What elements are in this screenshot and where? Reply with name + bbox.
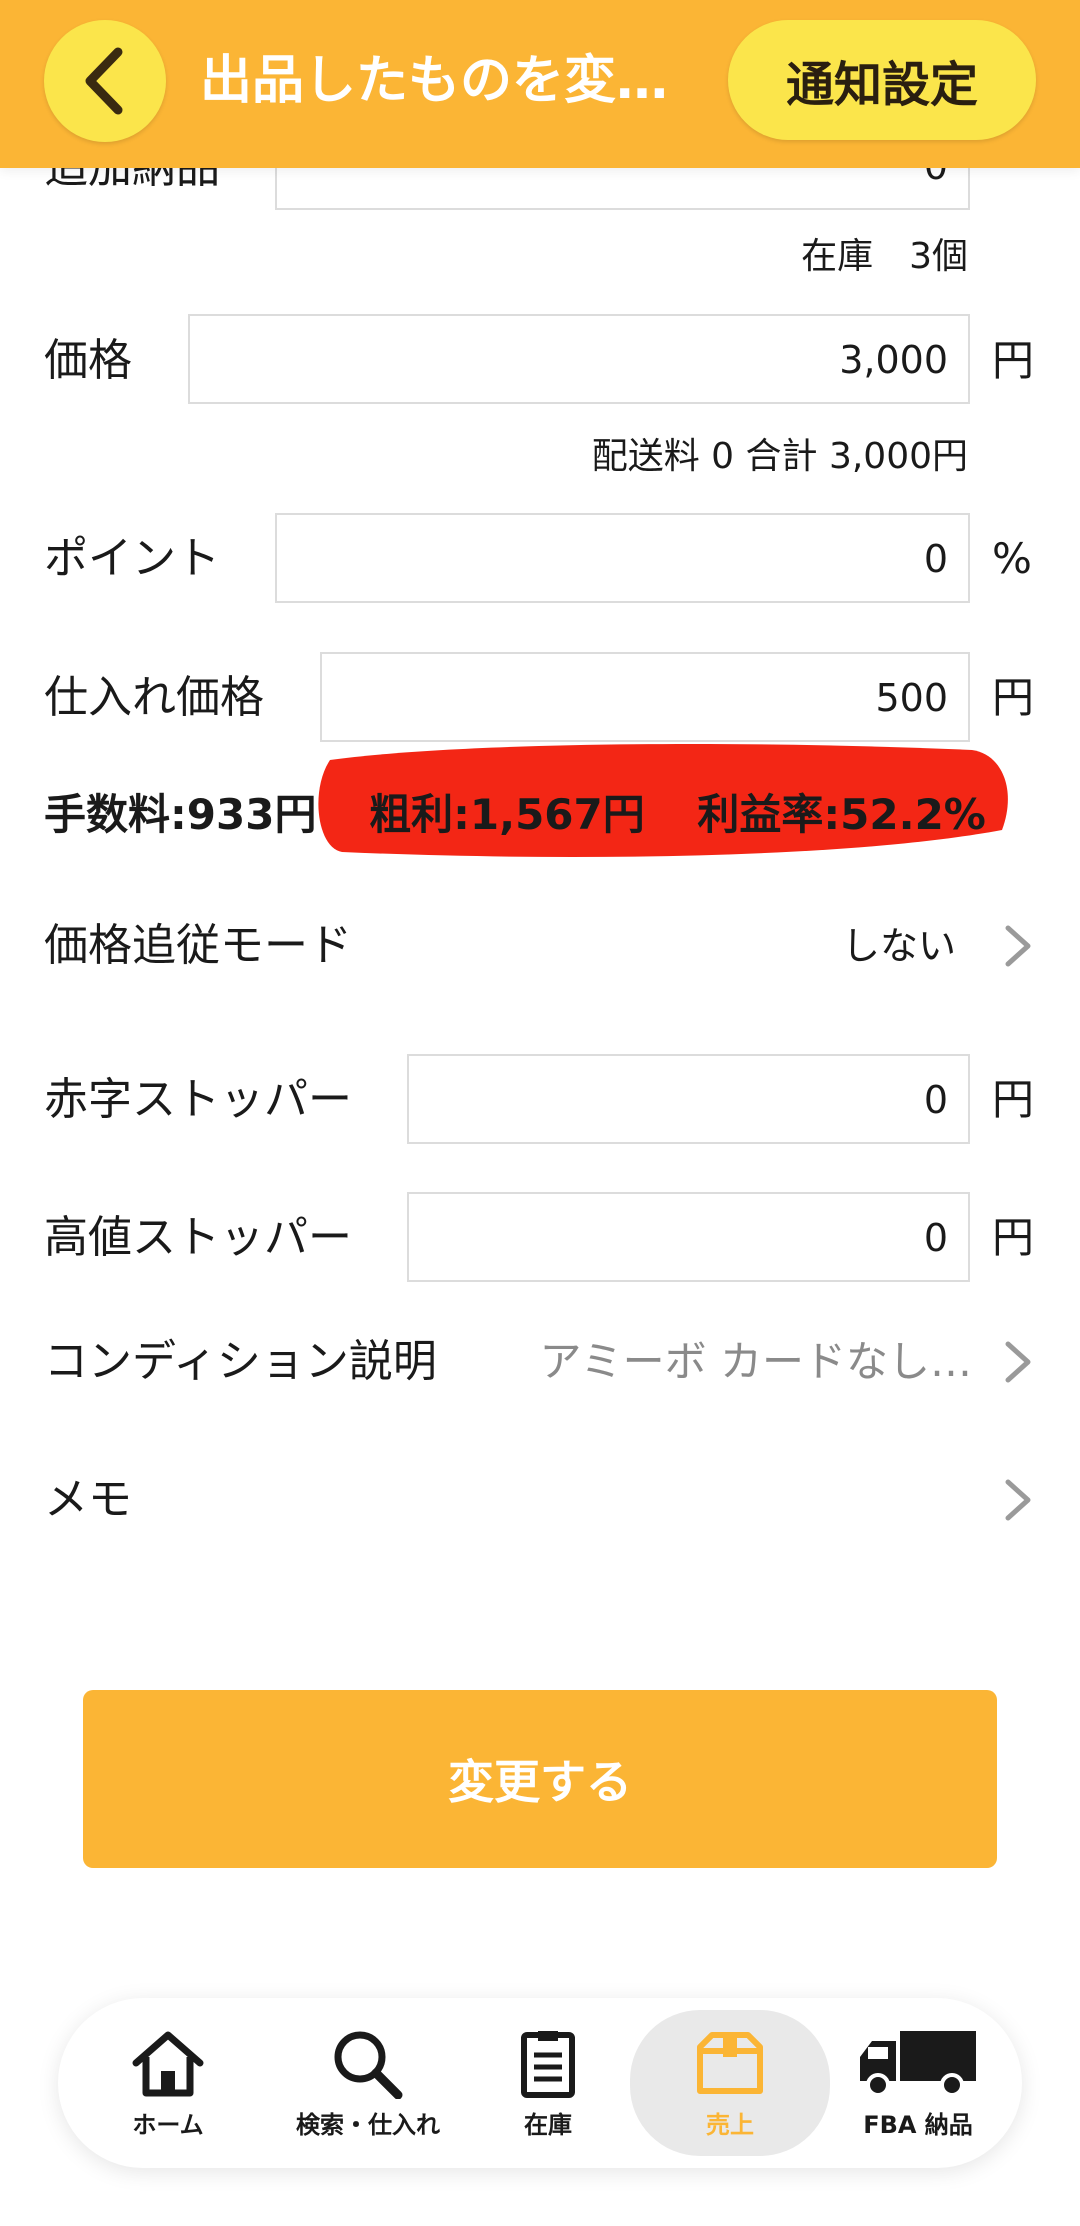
condition-label: コンディション説明 — [44, 1336, 437, 1387]
loss-stopper-input[interactable]: 0 — [407, 1054, 970, 1144]
price-label: 価格 — [44, 335, 132, 386]
clipboard-icon — [521, 2030, 575, 2098]
loss-stopper-label: 赤字ストッパー — [44, 1074, 352, 1125]
price-input[interactable]: 3,000 — [188, 314, 970, 404]
high-stopper-label: 高値ストッパー — [44, 1212, 352, 1263]
truck-icon — [860, 2030, 976, 2097]
tab-inventory[interactable]: 在庫 — [478, 1998, 618, 2168]
page-title: 出品したものを変… — [200, 51, 669, 111]
price-tracking-label: 価格追従モード — [44, 920, 352, 971]
search-icon — [334, 2031, 403, 2099]
point-input[interactable]: 0 — [275, 513, 970, 603]
app-header: 出品したものを変… 通知設定 — [0, 0, 1080, 168]
cost-label: 仕入れ価格 — [44, 672, 264, 723]
home-icon — [132, 2031, 204, 2096]
high-stopper-input[interactable]: 0 — [407, 1192, 970, 1282]
box-icon — [697, 2031, 763, 2094]
cost-input[interactable]: 500 — [320, 652, 970, 742]
bottom-tab-bar: ホーム 検索・仕入れ 在庫 売上 FBA 納品 — [58, 1998, 1022, 2168]
memo-label: メモ — [44, 1474, 132, 1525]
stock-text: 在庫 3個 — [801, 236, 968, 277]
loss-stopper-unit: 円 — [992, 1075, 1035, 1124]
tab-home[interactable]: ホーム — [88, 1998, 248, 2168]
tab-search-label: 検索・仕入れ — [296, 2110, 440, 2139]
price-tracking-value: しない — [841, 924, 956, 968]
tab-sales[interactable]: 売上 — [650, 1998, 810, 2168]
notification-settings-button[interactable]: 通知設定 — [728, 20, 1036, 140]
point-unit: % — [992, 534, 1032, 583]
gross-profit-text: 粗利:1,567円 — [369, 790, 645, 839]
chevron-right-icon — [1005, 925, 1031, 967]
price-summary: 配送料 0 合計 3,000円 — [591, 436, 968, 477]
tab-inventory-label: 在庫 — [524, 2110, 572, 2139]
tab-fba[interactable]: FBA 納品 — [838, 1998, 998, 2168]
condition-value: アミーボ カードなし… — [539, 1337, 972, 1386]
chevron-right-icon — [1005, 1479, 1031, 1521]
chevron-right-icon — [1005, 1341, 1031, 1383]
tab-search[interactable]: 検索・仕入れ — [273, 1998, 463, 2168]
profit-summary: 手数料:933円 粗利:1,567円 利益率:52.2% — [44, 785, 986, 845]
high-stopper-unit: 円 — [992, 1213, 1035, 1262]
cost-unit: 円 — [992, 673, 1035, 722]
fee-text: 手数料:933円 — [44, 790, 317, 839]
submit-change-button[interactable]: 変更する — [83, 1690, 997, 1868]
tab-fba-label: FBA 納品 — [863, 2110, 973, 2139]
back-button[interactable] — [44, 20, 166, 142]
chevron-left-icon — [85, 47, 123, 115]
price-unit: 円 — [992, 336, 1035, 385]
profit-rate-text: 利益率:52.2% — [697, 790, 986, 839]
tab-home-label: ホーム — [132, 2110, 204, 2139]
tab-sales-label: 売上 — [706, 2110, 754, 2139]
point-label: ポイント — [44, 533, 220, 584]
